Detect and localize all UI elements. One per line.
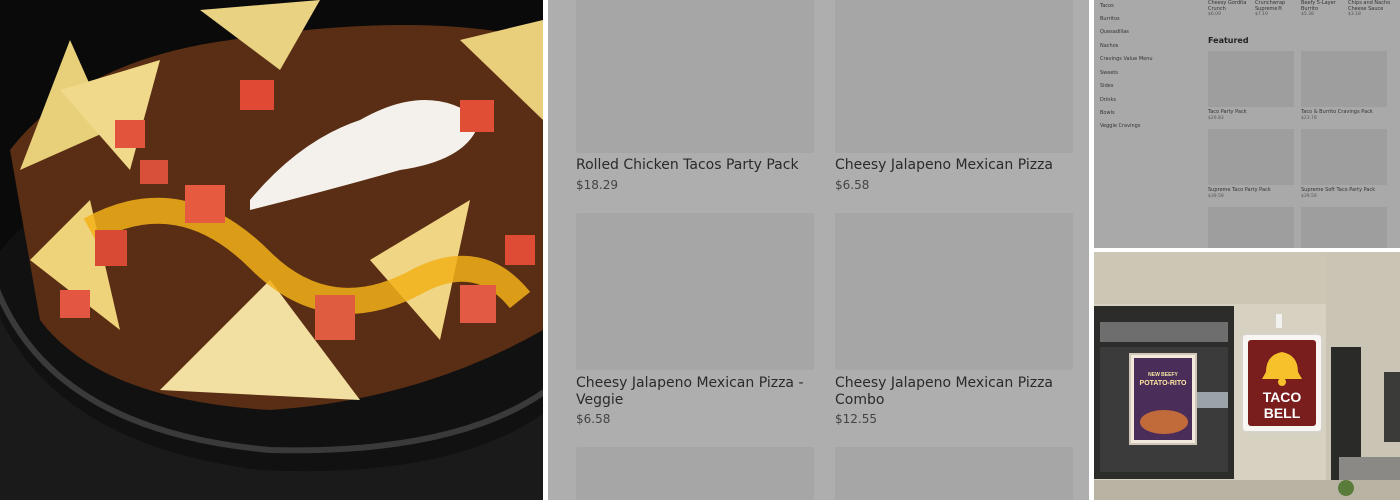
menu-grid-screenshot: Rolled Chicken Tacos Party Pack $18.29 C… <box>548 0 1089 500</box>
menu-item-image[interactable] <box>1301 51 1387 107</box>
menu-item-name[interactable]: Cheesy Jalapeno Mexican Pizza <box>835 157 1075 174</box>
menu-item-image[interactable] <box>576 447 814 500</box>
menu-item-image[interactable] <box>1301 129 1387 185</box>
sidebar-item[interactable]: Nachos <box>1100 43 1118 49</box>
featured-heading: Featured <box>1208 36 1249 45</box>
menu-item-image[interactable] <box>835 213 1073 370</box>
sidebar-item[interactable]: Veggie Cravings <box>1100 123 1140 129</box>
menu-item-name[interactable]: Chips and Nacho Cheese Sauce <box>1348 0 1394 12</box>
sidebar-item[interactable]: Burritos <box>1100 16 1120 22</box>
menu-item-name[interactable]: Supreme Taco Party Pack <box>1208 187 1271 193</box>
menu-item-image[interactable] <box>1208 51 1294 107</box>
menu-item-name[interactable]: Taco Party Pack <box>1208 109 1247 115</box>
menu-item-price: $29.83 <box>1208 116 1224 121</box>
storefront-photo: NEW BEEFY POTATO-RITO TACO BELL <box>1094 252 1400 500</box>
collage: Rolled Chicken Tacos Party Pack $18.29 C… <box>0 0 1400 500</box>
menu-item-name[interactable]: Cheesy Jalapeno Mexican Pizza Combo <box>835 375 1065 409</box>
menu-item-name[interactable]: Cheesy Jalapeno Mexican Pizza - Veggie <box>576 375 806 409</box>
menu-item-image[interactable] <box>1301 207 1387 248</box>
poster-line-2: POTATO-RITO <box>1140 380 1187 387</box>
menu-item-price: $18.29 <box>576 178 618 192</box>
sidebar-item[interactable]: Quesadillas <box>1100 29 1129 35</box>
menu-item-price: $23.78 <box>1301 116 1317 121</box>
menu-item-price: $3.18 <box>1348 12 1361 17</box>
menu-item-image[interactable] <box>1208 207 1294 248</box>
menu-item-price: $6.09 <box>1208 12 1221 17</box>
menu-item-name[interactable]: Cheesy Gordita Crunch <box>1208 0 1248 12</box>
sidebar-item[interactable]: Tacos <box>1100 3 1114 9</box>
menu-item-price: $7.19 <box>1255 12 1268 17</box>
menu-page-screenshot: Tacos Burritos Quesadillas Nachos Cravin… <box>1094 0 1400 248</box>
sign-line-2: BELL <box>1264 405 1301 421</box>
menu-item-name[interactable]: Supreme Soft Taco Party Pack <box>1301 187 1375 193</box>
menu-item-image[interactable] <box>1208 129 1294 185</box>
menu-item-price: $39.59 <box>1208 194 1224 199</box>
menu-item-image[interactable] <box>576 213 814 370</box>
menu-item-price: $39.59 <box>1301 194 1317 199</box>
sidebar-item[interactable]: Bowls <box>1100 110 1115 116</box>
sign-line-1: TACO <box>1263 389 1302 405</box>
menu-item-name[interactable]: Rolled Chicken Tacos Party Pack <box>576 157 816 174</box>
poster-line-1: NEW BEEFY <box>1148 372 1178 378</box>
menu-item-image[interactable] <box>835 447 1073 500</box>
menu-item-price: $6.58 <box>576 412 611 426</box>
nachos-photo <box>0 0 543 500</box>
sidebar-item[interactable]: Cravings Value Menu <box>1100 56 1153 62</box>
menu-item-name[interactable]: Beefy 5-Layer Burrito <box>1301 0 1341 12</box>
sidebar-item[interactable]: Drinks <box>1100 97 1116 103</box>
menu-item-name[interactable]: Taco & Burrito Cravings Pack <box>1301 109 1373 115</box>
menu-item-price: $6.58 <box>835 178 870 192</box>
menu-item-image[interactable] <box>835 0 1073 153</box>
menu-item-name[interactable]: Crunchwrap Supreme® <box>1255 0 1295 12</box>
menu-item-image[interactable] <box>576 0 814 153</box>
sidebar-item[interactable]: Sweets <box>1100 70 1118 76</box>
menu-item-price: $5.38 <box>1301 12 1314 17</box>
sidebar-item[interactable]: Sides <box>1100 83 1113 89</box>
menu-item-price: $12.55 <box>835 412 877 426</box>
